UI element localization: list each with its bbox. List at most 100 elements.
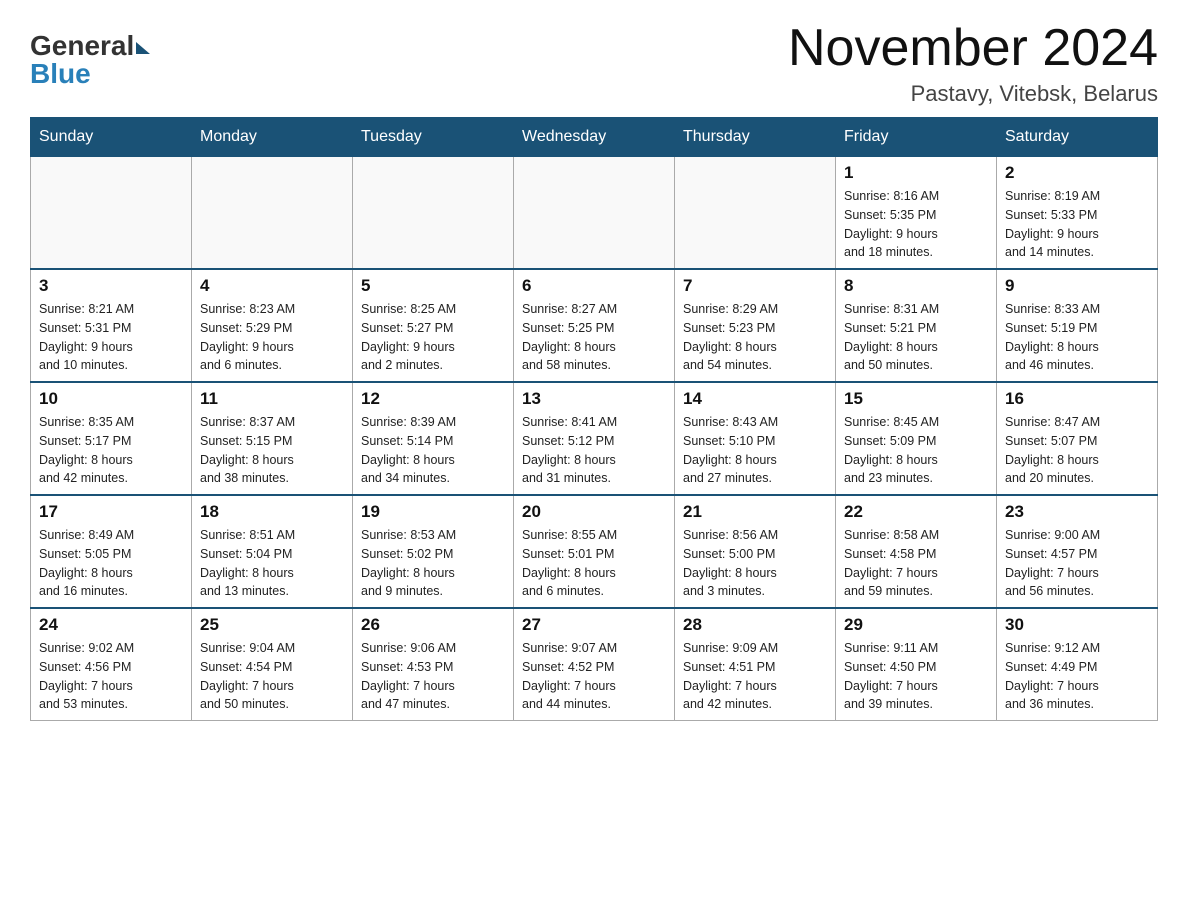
day-number: 15 [844, 389, 988, 409]
day-of-week-header: Saturday [997, 118, 1158, 157]
day-number: 19 [361, 502, 505, 522]
day-info: Sunrise: 9:07 AMSunset: 4:52 PMDaylight:… [522, 639, 666, 714]
day-number: 16 [1005, 389, 1149, 409]
calendar-cell [353, 157, 514, 270]
day-info: Sunrise: 8:37 AMSunset: 5:15 PMDaylight:… [200, 413, 344, 488]
calendar-week-row: 1 Sunrise: 8:16 AMSunset: 5:35 PMDaylight… [31, 157, 1158, 270]
calendar-cell: 17Sunrise: 8:49 AMSunset: 5:05 PMDayligh… [31, 495, 192, 608]
calendar-cell: 27 Sunrise: 9:07 AMSunset: 4:52 PMDayligh… [514, 608, 675, 721]
day-number: 23 [1005, 502, 1149, 522]
day-number: 8 [844, 276, 988, 296]
calendar-header-row: SundayMondayTuesdayWednesdayThursdayFrid… [31, 118, 1158, 157]
calendar-cell [675, 157, 836, 270]
day-info: Sunrise: 8:51 AMSunset: 5:04 PMDaylight:… [200, 526, 344, 601]
calendar-cell: 26 Sunrise: 9:06 AMSunset: 4:53 PMDayligh… [353, 608, 514, 721]
day-number: 9 [1005, 276, 1149, 296]
day-info: Sunrise: 8:58 AMSunset: 4:58 PMDaylight:… [844, 526, 988, 601]
calendar-cell: 28Sunrise: 9:09 AMSunset: 4:51 PMDayligh… [675, 608, 836, 721]
day-number: 12 [361, 389, 505, 409]
calendar-cell [31, 157, 192, 270]
day-number: 5 [361, 276, 505, 296]
day-number: 14 [683, 389, 827, 409]
day-number: 20 [522, 502, 666, 522]
calendar-cell: 9Sunrise: 8:33 AMSunset: 5:19 PMDaylight… [997, 269, 1158, 382]
day-number: 6 [522, 276, 666, 296]
day-number: 26 [361, 615, 505, 635]
day-number: 30 [1005, 615, 1149, 635]
day-info: Sunrise: 8:43 AMSunset: 5:10 PMDaylight:… [683, 413, 827, 488]
calendar-cell: 25Sunrise: 9:04 AMSunset: 4:54 PMDayligh… [192, 608, 353, 721]
day-info: Sunrise: 8:45 AMSunset: 5:09 PMDaylight:… [844, 413, 988, 488]
calendar-week-row: 10Sunrise: 8:35 AMSunset: 5:17 PMDayligh… [31, 382, 1158, 495]
day-number: 1 [844, 163, 988, 183]
calendar-cell: 24 Sunrise: 9:02 AMSunset: 4:56 PMDayligh… [31, 608, 192, 721]
calendar-cell: 2 Sunrise: 8:19 AMSunset: 5:33 PMDaylight… [997, 157, 1158, 270]
day-of-week-header: Thursday [675, 118, 836, 157]
day-number: 24 [39, 615, 183, 635]
calendar-cell: 22 Sunrise: 8:58 AMSunset: 4:58 PMDayligh… [836, 495, 997, 608]
day-number: 2 [1005, 163, 1149, 183]
calendar-cell: 19 Sunrise: 8:53 AMSunset: 5:02 PMDayligh… [353, 495, 514, 608]
day-info: Sunrise: 9:11 AMSunset: 4:50 PMDaylight:… [844, 639, 988, 714]
day-info: Sunrise: 8:47 AMSunset: 5:07 PMDaylight:… [1005, 413, 1149, 488]
day-number: 13 [522, 389, 666, 409]
day-info: Sunrise: 8:55 AMSunset: 5:01 PMDaylight:… [522, 526, 666, 601]
calendar-cell: 7 Sunrise: 8:29 AMSunset: 5:23 PMDaylight… [675, 269, 836, 382]
calendar-week-row: 3Sunrise: 8:21 AMSunset: 5:31 PMDaylight… [31, 269, 1158, 382]
calendar-cell: 3Sunrise: 8:21 AMSunset: 5:31 PMDaylight… [31, 269, 192, 382]
day-number: 22 [844, 502, 988, 522]
calendar-table: SundayMondayTuesdayWednesdayThursdayFrid… [30, 117, 1158, 721]
day-number: 21 [683, 502, 827, 522]
day-info: Sunrise: 8:35 AMSunset: 5:17 PMDaylight:… [39, 413, 183, 488]
day-info: Sunrise: 8:31 AMSunset: 5:21 PMDaylight:… [844, 300, 988, 375]
calendar-cell [192, 157, 353, 270]
day-info: Sunrise: 8:56 AMSunset: 5:00 PMDaylight:… [683, 526, 827, 601]
logo: General Blue [30, 30, 150, 90]
day-number: 18 [200, 502, 344, 522]
day-number: 7 [683, 276, 827, 296]
day-info: Sunrise: 8:19 AMSunset: 5:33 PMDaylight:… [1005, 187, 1149, 262]
calendar-cell: 13 Sunrise: 8:41 AMSunset: 5:12 PMDayligh… [514, 382, 675, 495]
day-number: 27 [522, 615, 666, 635]
calendar-cell [514, 157, 675, 270]
logo-arrow-icon [136, 42, 150, 54]
calendar-cell: 15 Sunrise: 8:45 AMSunset: 5:09 PMDayligh… [836, 382, 997, 495]
calendar-cell: 30 Sunrise: 9:12 AMSunset: 4:49 PMDayligh… [997, 608, 1158, 721]
day-of-week-header: Wednesday [514, 118, 675, 157]
day-number: 4 [200, 276, 344, 296]
day-number: 25 [200, 615, 344, 635]
day-info: Sunrise: 8:16 AMSunset: 5:35 PMDaylight:… [844, 187, 988, 262]
calendar-week-row: 17Sunrise: 8:49 AMSunset: 5:05 PMDayligh… [31, 495, 1158, 608]
day-info: Sunrise: 9:00 AMSunset: 4:57 PMDaylight:… [1005, 526, 1149, 601]
calendar-cell: 16 Sunrise: 8:47 AMSunset: 5:07 PMDayligh… [997, 382, 1158, 495]
calendar-cell: 23 Sunrise: 9:00 AMSunset: 4:57 PMDayligh… [997, 495, 1158, 608]
day-info: Sunrise: 8:39 AMSunset: 5:14 PMDaylight:… [361, 413, 505, 488]
calendar-cell: 10Sunrise: 8:35 AMSunset: 5:17 PMDayligh… [31, 382, 192, 495]
day-info: Sunrise: 9:02 AMSunset: 4:56 PMDaylight:… [39, 639, 183, 714]
day-info: Sunrise: 9:12 AMSunset: 4:49 PMDaylight:… [1005, 639, 1149, 714]
calendar-cell: 1 Sunrise: 8:16 AMSunset: 5:35 PMDaylight… [836, 157, 997, 270]
day-of-week-header: Tuesday [353, 118, 514, 157]
day-info: Sunrise: 8:23 AMSunset: 5:29 PMDaylight:… [200, 300, 344, 375]
day-info: Sunrise: 9:06 AMSunset: 4:53 PMDaylight:… [361, 639, 505, 714]
calendar-cell: 5Sunrise: 8:25 AMSunset: 5:27 PMDaylight… [353, 269, 514, 382]
month-title: November 2024 [788, 20, 1158, 77]
calendar-cell: 20 Sunrise: 8:55 AMSunset: 5:01 PMDayligh… [514, 495, 675, 608]
calendar-cell: 18 Sunrise: 8:51 AMSunset: 5:04 PMDayligh… [192, 495, 353, 608]
day-number: 29 [844, 615, 988, 635]
day-number: 11 [200, 389, 344, 409]
calendar-cell: 12 Sunrise: 8:39 AMSunset: 5:14 PMDayligh… [353, 382, 514, 495]
calendar-cell: 29 Sunrise: 9:11 AMSunset: 4:50 PMDayligh… [836, 608, 997, 721]
day-info: Sunrise: 8:29 AMSunset: 5:23 PMDaylight:… [683, 300, 827, 375]
day-info: Sunrise: 8:53 AMSunset: 5:02 PMDaylight:… [361, 526, 505, 601]
day-info: Sunrise: 8:41 AMSunset: 5:12 PMDaylight:… [522, 413, 666, 488]
day-of-week-header: Friday [836, 118, 997, 157]
day-of-week-header: Sunday [31, 118, 192, 157]
calendar-cell: 4 Sunrise: 8:23 AMSunset: 5:29 PMDaylight… [192, 269, 353, 382]
day-number: 17 [39, 502, 183, 522]
calendar-cell: 8 Sunrise: 8:31 AMSunset: 5:21 PMDaylight… [836, 269, 997, 382]
calendar-cell: 6Sunrise: 8:27 AMSunset: 5:25 PMDaylight… [514, 269, 675, 382]
day-info: Sunrise: 8:21 AMSunset: 5:31 PMDaylight:… [39, 300, 183, 375]
calendar-cell: 14 Sunrise: 8:43 AMSunset: 5:10 PMDayligh… [675, 382, 836, 495]
calendar-week-row: 24 Sunrise: 9:02 AMSunset: 4:56 PMDayligh… [31, 608, 1158, 721]
